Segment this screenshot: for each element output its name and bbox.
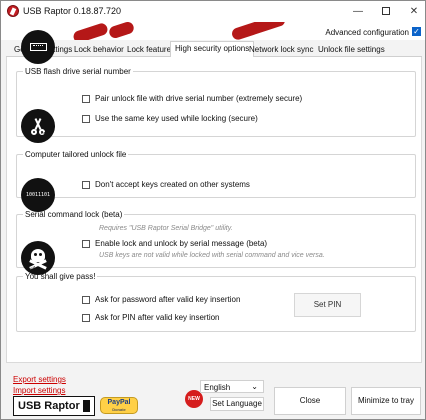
raptor-swoosh — [107, 22, 136, 40]
option-label: Enable lock and unlock by serial message… — [95, 239, 268, 248]
application-window: USB Raptor 0.18.87.720 — ✕ Advanced conf… — [0, 0, 426, 420]
close-window-button[interactable]: ✕ — [400, 3, 425, 20]
advanced-configuration-toggle[interactable]: Advanced configuration ✓ — [325, 27, 421, 37]
logo-mark — [83, 400, 90, 412]
title-bar: USB Raptor 0.18.87.720 — ✕ — [1, 1, 425, 22]
close-button[interactable]: Close — [274, 387, 346, 415]
paypal-donate-button[interactable]: PayPal Donate — [100, 397, 138, 414]
tab-high-security-options[interactable]: High security options — [170, 41, 255, 58]
tab-unlock-file-settings[interactable]: Unlock file settings — [314, 43, 389, 57]
checkbox[interactable] — [82, 181, 90, 189]
maximize-button[interactable] — [372, 3, 400, 20]
group-title: USB flash drive serial number — [23, 67, 133, 76]
serial-bridge-hint: Requires "USB Raptor Serial Bridge" util… — [99, 225, 233, 232]
set-pin-button[interactable]: Set PIN — [294, 293, 361, 317]
advanced-configuration-label: Advanced configuration — [325, 28, 409, 37]
option-label: Don't accept keys created on other syste… — [95, 180, 250, 189]
checkbox[interactable] — [82, 115, 90, 123]
export-settings-link[interactable]: Export settings — [13, 375, 66, 384]
checkbox[interactable] — [82, 296, 90, 304]
chevron-down-icon: ⌄ — [251, 382, 258, 391]
serial-number-group: USB flash drive serial number — [16, 67, 416, 137]
donate-small-label: Donate — [112, 407, 126, 412]
checkbox[interactable] — [82, 314, 90, 322]
tab-lock-behavior[interactable]: Lock behavior — [70, 43, 128, 57]
app-icon — [7, 5, 19, 17]
option-label: Use the same key used while locking (sec… — [95, 114, 258, 123]
group-title: Computer tailored unlock file — [23, 150, 129, 159]
option-label: Ask for PIN after valid key insertion — [95, 313, 220, 322]
scissors-icon — [21, 109, 55, 143]
set-language-button[interactable]: Set Language — [210, 397, 264, 411]
donate-title: PayPal — [107, 399, 131, 406]
skull-icon — [21, 241, 55, 275]
settings-tabs: General settings Lock behavior Lock feat… — [6, 41, 422, 58]
logo-text: USB Raptor — [18, 400, 80, 412]
import-settings-link[interactable]: Import settings — [13, 386, 65, 395]
minimize-button[interactable]: — — [344, 3, 372, 20]
minimize-to-tray-button[interactable]: Minimize to tray — [351, 387, 421, 415]
raptor-swoosh — [72, 22, 109, 40]
tab-network-lock-sync[interactable]: Network lock sync — [245, 43, 317, 57]
language-select[interactable]: English ⌄ — [200, 380, 264, 393]
maximize-icon — [382, 7, 390, 15]
computer-tailored-group: Computer tailored unlock file — [16, 150, 416, 198]
checkbox[interactable] — [82, 95, 90, 103]
usb-drive-icon — [21, 30, 55, 64]
option-label: Pair unlock file with drive serial numbe… — [95, 94, 303, 103]
usb-raptor-logo: USB Raptor — [13, 396, 95, 416]
checkbox[interactable] — [82, 240, 90, 248]
language-value: English — [204, 383, 231, 392]
raptor-swoosh — [230, 22, 287, 40]
advanced-configuration-checkbox[interactable]: ✓ — [412, 27, 421, 36]
serial-command-warning: USB keys are not valid while locked with… — [99, 252, 325, 259]
option-label: Ask for password after valid key inserti… — [95, 295, 241, 304]
window-title: USB Raptor 0.18.87.720 — [23, 6, 122, 16]
binary-serial-icon: 10011101 — [21, 178, 55, 212]
